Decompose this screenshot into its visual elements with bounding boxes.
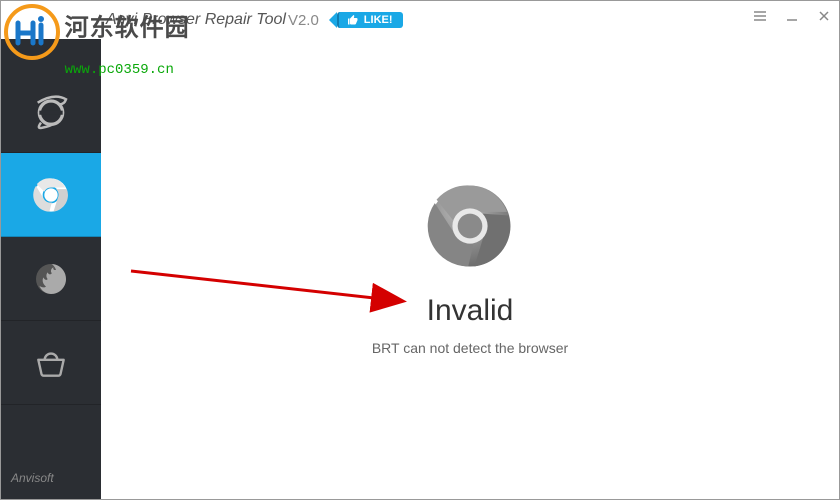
menu-button[interactable] bbox=[751, 7, 769, 25]
ie-icon bbox=[31, 91, 71, 131]
like-label: LIKE! bbox=[364, 14, 393, 26]
sidebar-item-chrome[interactable] bbox=[1, 153, 101, 237]
app-title: Anvi Browser Repair Tool bbox=[106, 11, 286, 29]
chrome-gray-icon bbox=[426, 182, 514, 270]
status-title: Invalid bbox=[427, 294, 514, 328]
minimize-icon bbox=[785, 9, 799, 23]
thumbs-up-icon bbox=[347, 14, 359, 26]
close-button[interactable] bbox=[815, 7, 833, 25]
chrome-icon bbox=[31, 175, 71, 215]
close-icon bbox=[817, 9, 831, 23]
sidebar-footer: Anvisoft bbox=[1, 459, 101, 499]
firefox-icon bbox=[31, 259, 71, 299]
titlebar: Anvi Browser Repair Tool V2.0 LIKE! bbox=[1, 1, 839, 39]
sidebar-item-ie[interactable] bbox=[1, 69, 101, 153]
status-message: BRT can not detect the browser bbox=[372, 340, 568, 356]
app-version: V2.0 bbox=[288, 12, 319, 29]
minimize-button[interactable] bbox=[783, 7, 801, 25]
sidebar-item-firefox[interactable] bbox=[1, 237, 101, 321]
sidebar-item-store[interactable] bbox=[1, 321, 101, 405]
sidebar: Anvisoft bbox=[1, 1, 101, 499]
hamburger-icon bbox=[753, 9, 767, 23]
main-panel: Invalid BRT can not detect the browser bbox=[101, 39, 839, 499]
basket-icon bbox=[32, 344, 70, 382]
like-button[interactable]: LIKE! bbox=[337, 12, 403, 28]
